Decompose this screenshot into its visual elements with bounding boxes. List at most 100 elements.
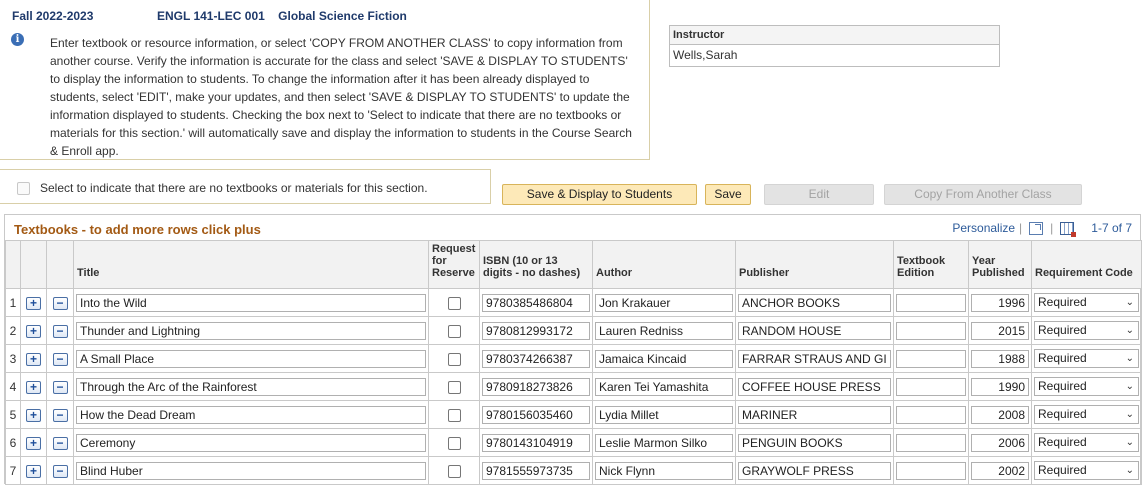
- request-reserve-checkbox[interactable]: [447, 324, 461, 338]
- row-number: 6: [5, 428, 21, 457]
- request-reserve-checkbox[interactable]: [447, 296, 461, 310]
- isbn-input[interactable]: 9780812993172: [482, 321, 590, 340]
- year-input[interactable]: 2002: [971, 461, 1029, 480]
- personalize-link[interactable]: Personalize: [952, 221, 1015, 235]
- remove-row-icon[interactable]: −: [52, 380, 68, 394]
- no-materials-panel: Select to indicate that there are no tex…: [0, 169, 491, 204]
- title-input[interactable]: How the Dead Dream: [76, 405, 426, 424]
- author-input[interactable]: Karen Tei Yamashita: [595, 377, 733, 396]
- spreadsheet-icon[interactable]: [1060, 221, 1077, 237]
- title-input[interactable]: A Small Place: [76, 349, 426, 368]
- title-input[interactable]: Blind Huber: [76, 461, 426, 480]
- pager-text: 1-7 of 7: [1091, 221, 1132, 235]
- requirement-select[interactable]: Required ⌄: [1034, 321, 1139, 340]
- copy-from-class-button[interactable]: Copy From Another Class: [884, 184, 1082, 205]
- save-display-button[interactable]: Save & Display to Students: [502, 184, 697, 205]
- add-row-icon[interactable]: +: [26, 352, 41, 366]
- edition-input[interactable]: [896, 433, 966, 452]
- isbn-input[interactable]: 9781555973735: [482, 461, 590, 480]
- author-input[interactable]: Lauren Redniss: [595, 321, 733, 340]
- year-input[interactable]: 1988: [971, 349, 1029, 368]
- col-author: Author: [592, 240, 736, 289]
- add-row-icon[interactable]: +: [26, 380, 41, 394]
- edition-input[interactable]: [896, 321, 966, 340]
- no-materials-checkbox[interactable]: [17, 182, 30, 195]
- request-reserve-checkbox[interactable]: [447, 464, 461, 478]
- col-edition: Textbook Edition: [893, 240, 969, 289]
- title-input[interactable]: Through the Arc of the Rainforest: [76, 377, 426, 396]
- requirement-select[interactable]: Required ⌄: [1034, 405, 1139, 424]
- isbn-input[interactable]: 9780143104919: [482, 433, 590, 452]
- instructor-label: Instructor: [670, 26, 999, 45]
- remove-row-icon[interactable]: −: [52, 324, 68, 338]
- isbn-input[interactable]: 9780385486804: [482, 293, 590, 312]
- remove-row-icon[interactable]: −: [52, 464, 68, 478]
- request-reserve-checkbox[interactable]: [447, 408, 461, 422]
- publisher-input[interactable]: FARRAR STRAUS AND GI: [738, 349, 891, 368]
- publisher-input[interactable]: ANCHOR BOOKS: [738, 293, 891, 312]
- row-number: 1: [5, 288, 21, 317]
- publisher-input[interactable]: PENGUIN BOOKS: [738, 433, 891, 452]
- table-row: 5 + − How the Dead Dream 9780156035460 L…: [5, 400, 1142, 429]
- row-number: 2: [5, 316, 21, 345]
- edition-input[interactable]: [896, 349, 966, 368]
- grid-toolbar: Personalize | | 1-7 of 7: [952, 221, 1132, 237]
- request-reserve-checkbox[interactable]: [447, 436, 461, 450]
- add-row-icon[interactable]: +: [26, 436, 41, 450]
- requirement-select[interactable]: Required ⌄: [1034, 461, 1139, 480]
- add-row-icon[interactable]: +: [26, 324, 41, 338]
- year-input[interactable]: 2015: [971, 321, 1029, 340]
- chevron-down-icon: ⌄: [1125, 465, 1134, 476]
- remove-row-icon[interactable]: −: [52, 408, 68, 422]
- publisher-input[interactable]: RANDOM HOUSE: [738, 321, 891, 340]
- course-heading: ENGL 141-LEC 001 Global Science Fiction: [157, 9, 407, 23]
- author-input[interactable]: Lydia Millet: [595, 405, 733, 424]
- save-button[interactable]: Save: [705, 184, 751, 205]
- requirement-value: Required: [1038, 351, 1087, 365]
- edition-input[interactable]: [896, 377, 966, 396]
- instructions-text: Enter textbook or resource information, …: [50, 36, 632, 158]
- requirement-value: Required: [1038, 323, 1087, 337]
- isbn-input[interactable]: 9780918273826: [482, 377, 590, 396]
- no-materials-label: Select to indicate that there are no tex…: [40, 181, 428, 195]
- instructor-box: Instructor Wells,Sarah: [669, 25, 1000, 67]
- title-input[interactable]: Thunder and Lightning: [76, 321, 426, 340]
- row-number: 7: [5, 456, 21, 485]
- chevron-down-icon: ⌄: [1125, 353, 1134, 364]
- zoom-icon[interactable]: [1029, 221, 1044, 235]
- edit-button[interactable]: Edit: [764, 184, 874, 205]
- requirement-select[interactable]: Required ⌄: [1034, 377, 1139, 396]
- remove-row-icon[interactable]: −: [52, 352, 68, 366]
- requirement-select[interactable]: Required ⌄: [1034, 293, 1139, 312]
- add-row-icon[interactable]: +: [26, 408, 41, 422]
- edition-input[interactable]: [896, 405, 966, 424]
- remove-row-icon[interactable]: −: [52, 436, 68, 450]
- author-input[interactable]: Nick Flynn: [595, 461, 733, 480]
- year-input[interactable]: 1990: [971, 377, 1029, 396]
- request-reserve-checkbox[interactable]: [447, 352, 461, 366]
- author-input[interactable]: Leslie Marmon Silko: [595, 433, 733, 452]
- remove-row-icon[interactable]: −: [52, 296, 68, 310]
- year-input[interactable]: 2008: [971, 405, 1029, 424]
- year-input[interactable]: 2006: [971, 433, 1029, 452]
- publisher-input[interactable]: COFFEE HOUSE PRESS: [738, 377, 891, 396]
- author-input[interactable]: Jon Krakauer: [595, 293, 733, 312]
- edition-input[interactable]: [896, 461, 966, 480]
- publisher-input[interactable]: GRAYWOLF PRESS: [738, 461, 891, 480]
- requirement-value: Required: [1038, 463, 1087, 477]
- title-input[interactable]: Ceremony: [76, 433, 426, 452]
- add-row-icon[interactable]: +: [26, 464, 41, 478]
- edition-input[interactable]: [896, 293, 966, 312]
- add-row-icon[interactable]: +: [26, 296, 41, 310]
- request-reserve-checkbox[interactable]: [447, 380, 461, 394]
- isbn-input[interactable]: 9780374266387: [482, 349, 590, 368]
- publisher-input[interactable]: MARINER: [738, 405, 891, 424]
- table-row: 3 + − A Small Place 9780374266387 Jamaic…: [5, 344, 1142, 373]
- isbn-input[interactable]: 9780156035460: [482, 405, 590, 424]
- author-input[interactable]: Jamaica Kincaid: [595, 349, 733, 368]
- title-input[interactable]: Into the Wild: [76, 293, 426, 312]
- requirement-select[interactable]: Required ⌄: [1034, 349, 1139, 368]
- year-input[interactable]: 1996: [971, 293, 1029, 312]
- requirement-select[interactable]: Required ⌄: [1034, 433, 1139, 452]
- col-publisher: Publisher: [735, 240, 894, 289]
